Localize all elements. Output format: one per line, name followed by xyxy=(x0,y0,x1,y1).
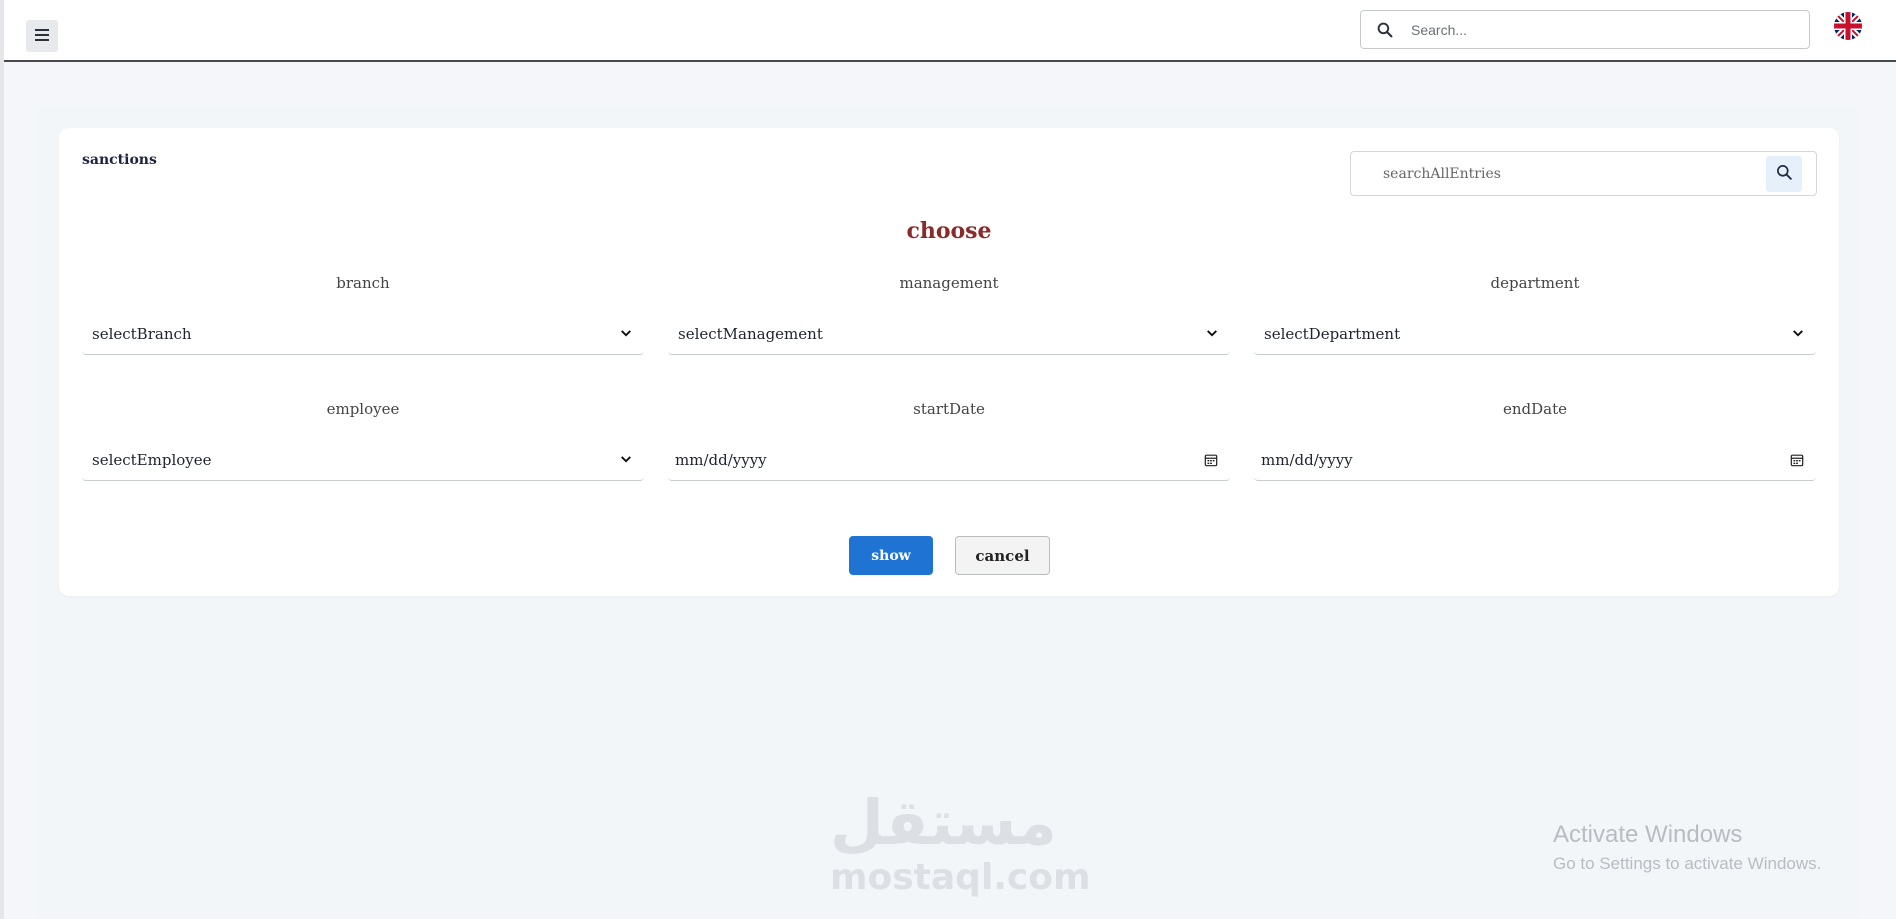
uk-flag-icon xyxy=(1834,12,1862,40)
start-date-label: startDate xyxy=(913,400,985,418)
activate-windows-subtitle: Go to Settings to activate Windows. xyxy=(1553,854,1822,873)
chevron-down-icon xyxy=(620,329,634,339)
card-title: sanctions xyxy=(82,152,157,168)
entries-search-input[interactable] xyxy=(1383,158,1766,189)
start-date-value: mm/dd/yyyy xyxy=(675,450,767,469)
department-select-value: selectDepartment xyxy=(1264,324,1401,343)
start-date-input[interactable]: mm/dd/yyyy xyxy=(668,439,1230,481)
management-select-value: selectManagement xyxy=(678,324,823,343)
search-icon xyxy=(1377,20,1397,40)
show-button[interactable]: show xyxy=(849,536,933,575)
watermark-domain: mostaql.com xyxy=(830,857,1091,898)
global-search xyxy=(1360,10,1810,49)
department-label: department xyxy=(1490,274,1580,292)
top-navbar xyxy=(4,0,1896,62)
end-date-value: mm/dd/yyyy xyxy=(1261,450,1353,469)
global-search-input[interactable] xyxy=(1411,14,1809,45)
calendar-icon[interactable] xyxy=(1790,452,1806,468)
entries-search xyxy=(1350,151,1817,196)
management-select[interactable]: selectManagement xyxy=(668,313,1230,355)
branch-label: branch xyxy=(336,274,390,292)
sanctions-card: sanctions choose branch management depar… xyxy=(59,128,1839,596)
chevron-down-icon xyxy=(1206,329,1220,339)
employee-select[interactable]: selectEmployee xyxy=(82,439,644,481)
chevron-down-icon xyxy=(620,455,634,465)
language-switcher[interactable] xyxy=(1834,12,1862,40)
menu-toggle-button[interactable] xyxy=(26,20,58,52)
left-edge xyxy=(0,0,4,919)
department-select[interactable]: selectDepartment xyxy=(1254,313,1816,355)
branch-select-value: selectBranch xyxy=(92,324,192,343)
end-date-input[interactable]: mm/dd/yyyy xyxy=(1254,439,1816,481)
watermark-arabic: مستقل xyxy=(830,786,1057,859)
search-icon xyxy=(1776,164,1793,184)
branch-select[interactable]: selectBranch xyxy=(82,313,644,355)
chevron-down-icon xyxy=(1792,329,1806,339)
section-heading: choose xyxy=(906,218,992,244)
calendar-icon[interactable] xyxy=(1204,452,1220,468)
cancel-button[interactable]: cancel xyxy=(955,536,1050,575)
hamburger-icon xyxy=(35,28,49,44)
management-label: management xyxy=(899,274,999,292)
employee-select-value: selectEmployee xyxy=(92,450,212,469)
end-date-label: endDate xyxy=(1502,400,1567,418)
employee-label: employee xyxy=(326,400,400,418)
activate-windows-title: Activate Windows xyxy=(1553,821,1743,848)
entries-search-button[interactable] xyxy=(1766,155,1802,192)
